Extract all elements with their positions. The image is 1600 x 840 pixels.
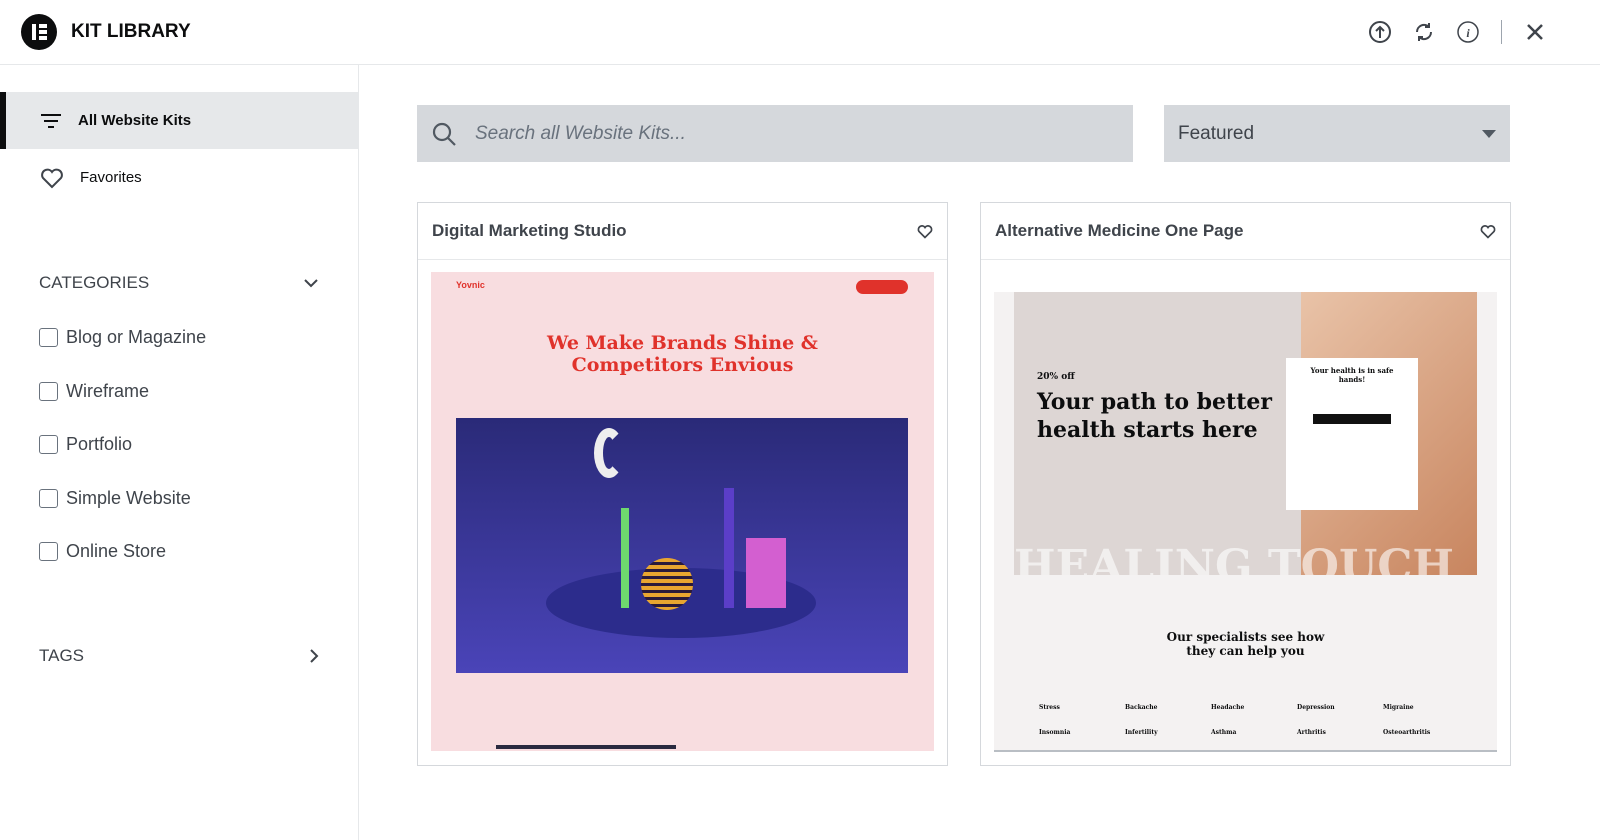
import-icon[interactable] <box>1368 20 1392 44</box>
header-divider <box>1501 20 1502 44</box>
heart-icon <box>41 168 63 188</box>
category-online-store[interactable]: Online Store <box>39 541 166 562</box>
preview-headline: Your path to better <box>1037 389 1272 415</box>
preview-section-title: they can help you <box>1186 644 1305 658</box>
preview-condition: Headache <box>1211 704 1245 711</box>
kit-title: Alternative Medicine One Page <box>995 221 1244 240</box>
kit-title: Digital Marketing Studio <box>432 221 627 240</box>
category-wireframe[interactable]: Wireframe <box>39 381 149 402</box>
search-placeholder: Search all Website Kits... <box>475 122 686 144</box>
preview-condition: Asthma <box>1211 729 1237 736</box>
preview-condition: Depression <box>1297 704 1335 711</box>
kit-card[interactable]: Alternative Medicine One Page 20% off Yo… <box>980 202 1511 766</box>
preview-section-title: Our specialists see how <box>1166 630 1325 644</box>
kit-preview-image: 20% off Your path to better health start… <box>994 292 1497 752</box>
caret-down-icon <box>1482 129 1496 138</box>
chevron-down-icon <box>304 279 318 288</box>
preview-headline: We Make Brands Shine & <box>547 332 818 354</box>
info-icon[interactable]: i <box>1456 20 1480 44</box>
tags-heading: TAGS <box>39 646 85 665</box>
preview-promo: 20% off <box>1037 372 1075 382</box>
favorite-heart-icon[interactable] <box>1480 224 1496 239</box>
categories-toggle[interactable]: CATEGORIES <box>39 273 319 293</box>
preview-condition: Backache <box>1125 704 1158 711</box>
preview-hero-image <box>456 418 908 673</box>
sidebar-item-label: Favorites <box>80 169 142 186</box>
close-icon[interactable] <box>1523 20 1547 44</box>
preview-logo: Yovnic <box>456 280 485 290</box>
sort-select[interactable]: Featured <box>1164 105 1510 162</box>
sidebar: All Website Kits Favorites CATEGORIES Bl… <box>0 65 359 840</box>
search-icon <box>432 122 456 146</box>
kit-card[interactable]: Digital Marketing Studio Yovnic We Make … <box>417 202 948 766</box>
checkbox[interactable] <box>39 542 58 561</box>
sync-icon[interactable] <box>1412 20 1436 44</box>
sort-value: Featured <box>1178 122 1255 144</box>
categories-heading: CATEGORIES <box>39 273 150 292</box>
checkbox[interactable] <box>39 328 58 347</box>
category-label: Simple Website <box>66 488 191 508</box>
app-title: KIT LIBRARY <box>71 21 191 42</box>
preview-headline: Competitors Envious <box>571 354 794 376</box>
preview-form-title: Your health is in safe hands! <box>1310 366 1394 384</box>
checkbox[interactable] <box>39 435 58 454</box>
category-portfolio[interactable]: Portfolio <box>39 434 132 455</box>
tags-toggle[interactable]: TAGS <box>39 646 319 666</box>
svg-text:i: i <box>1466 26 1470 40</box>
category-label: Portfolio <box>66 434 133 454</box>
category-label: Blog or Magazine <box>66 327 207 347</box>
category-simple-website[interactable]: Simple Website <box>39 488 191 509</box>
preview-condition: Arthritis <box>1297 729 1326 736</box>
checkbox[interactable] <box>39 382 58 401</box>
search-input[interactable]: Search all Website Kits... <box>417 105 1133 162</box>
sidebar-item-favorites[interactable]: Favorites <box>0 149 358 206</box>
sidebar-item-all-website-kits[interactable]: All Website Kits <box>0 92 358 149</box>
app-header: KIT LIBRARY i <box>0 0 1600 65</box>
category-blog-or-magazine[interactable]: Blog or Magazine <box>39 327 206 348</box>
elementor-logo <box>21 14 57 50</box>
checkbox[interactable] <box>39 489 58 508</box>
category-label: Wireframe <box>66 381 150 401</box>
preview-headline: health starts here <box>1037 417 1258 443</box>
sidebar-item-label: All Website Kits <box>78 112 192 129</box>
category-label: Online Store <box>66 541 167 561</box>
favorite-heart-icon[interactable] <box>917 224 933 239</box>
chevron-right-icon <box>310 649 319 663</box>
preview-big-text: HEALING TOUCH <box>1014 541 1454 575</box>
preview-condition: Insomnia <box>1039 729 1071 736</box>
filter-icon <box>41 113 61 128</box>
preview-condition: Osteoarthritis <box>1383 729 1431 736</box>
preview-condition: Migraine <box>1383 704 1414 711</box>
kit-preview-image: Yovnic We Make Brands Shine & Competitor… <box>431 272 934 751</box>
preview-condition: Stress <box>1039 704 1060 711</box>
preview-condition: Infertility <box>1125 729 1158 736</box>
